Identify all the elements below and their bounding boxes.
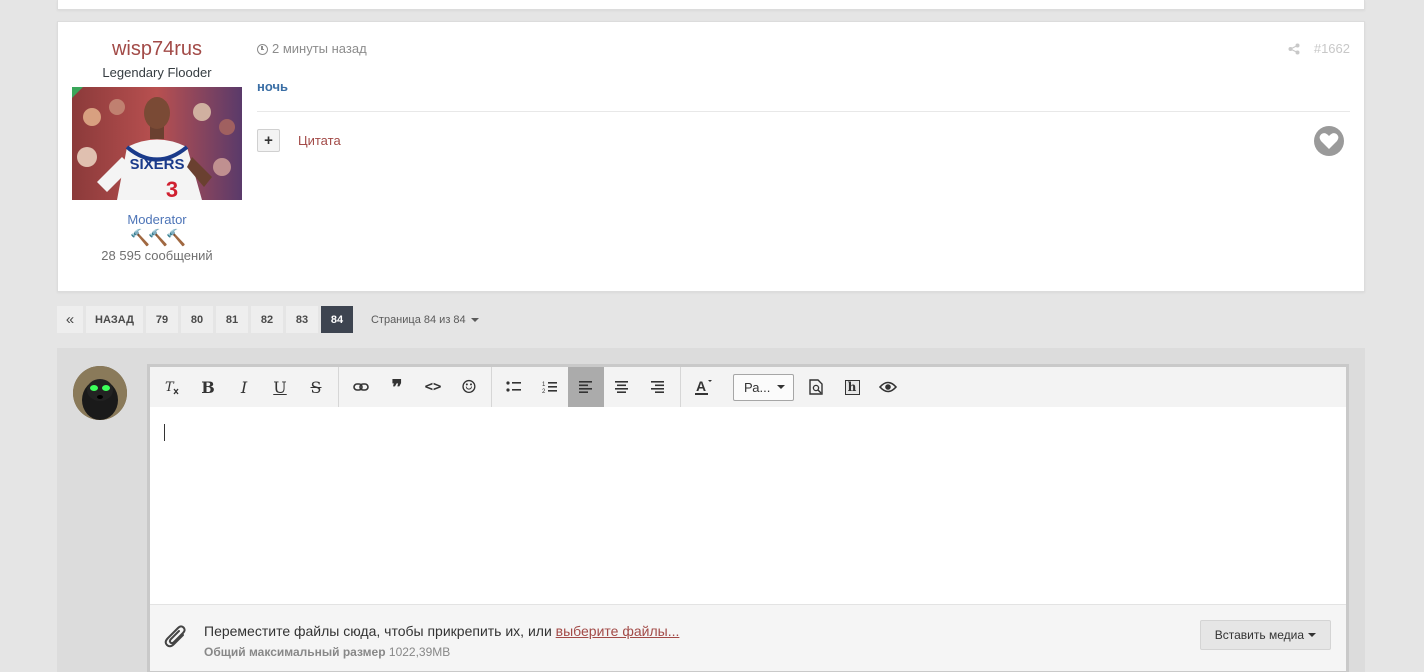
align-center-icon[interactable] [604, 367, 640, 407]
toolbar-group-format: T B I U S [150, 367, 339, 407]
attach-size-label: Общий максимальный размер [204, 645, 386, 659]
smiley-icon[interactable]: ☺ [451, 367, 487, 407]
bold-icon[interactable]: B [190, 367, 226, 407]
post-card: wisp74rus Legendary Flooder SIXERS 3 Mod… [57, 21, 1365, 292]
align-right-icon[interactable] [640, 367, 676, 407]
eye-icon[interactable] [870, 367, 906, 407]
attach-hint: Переместите файлы сюда, чтобы прикрепить… [204, 623, 679, 639]
choose-files-link[interactable]: выберите файлы... [556, 623, 680, 639]
author-title: Legendary Flooder [102, 65, 212, 80]
underline-icon[interactable]: U [262, 367, 298, 407]
reply-area: T B I U S ❞ <> ☺ 12 A Ра... h Переместит… [57, 348, 1365, 672]
previous-post-card [57, 0, 1365, 10]
post-author: wisp74rus Legendary Flooder SIXERS 3 Mod… [72, 22, 242, 263]
page-jump-label: Страница 84 из 84 [370, 313, 466, 326]
clear-format-icon[interactable]: T [154, 367, 190, 407]
bullet-list-icon[interactable] [496, 367, 532, 407]
online-indicator [72, 87, 83, 98]
post-time[interactable]: 2 минуты назад [272, 41, 367, 57]
toolbar-group-insert: ❞ <> ☺ [339, 367, 492, 407]
italic-icon[interactable]: I [226, 367, 262, 407]
text-cursor [164, 424, 165, 441]
heart-icon [1319, 133, 1339, 149]
toolbar-group-style: A Ра... h [681, 367, 910, 407]
page-button[interactable]: 79 [145, 306, 178, 333]
page-button[interactable]: 82 [250, 306, 283, 333]
page-jump-dropdown[interactable]: Страница 84 из 84 [371, 314, 479, 326]
author-group: Moderator [127, 212, 187, 227]
svg-text:SIXERS: SIXERS [129, 156, 184, 173]
font-select-value: Ра... [744, 379, 771, 395]
caret-down-icon [777, 385, 785, 389]
author-photo[interactable]: SIXERS 3 [72, 87, 242, 200]
svg-text:2: 2 [542, 389, 546, 394]
author-post-count: 28 595 сообщений [101, 248, 213, 263]
post-content: ночь [257, 79, 289, 94]
text-color-icon[interactable]: A [685, 367, 721, 407]
svg-text:A: A [696, 378, 706, 394]
like-button[interactable] [1314, 126, 1344, 156]
quote-link[interactable]: Цитата [298, 133, 341, 148]
code-icon[interactable]: <> [415, 367, 451, 407]
insert-media-label: Вставить медиа [1214, 628, 1304, 642]
post-number-link[interactable]: #1662 [1314, 41, 1350, 56]
current-user-avatar[interactable] [73, 366, 127, 420]
post-meta: 2 минуты назад [257, 41, 1350, 57]
caret-down-icon [470, 317, 479, 322]
editor-pointer [134, 378, 148, 408]
attach-size-value: 1022,39MB [388, 645, 451, 659]
preview-icon[interactable] [798, 367, 834, 407]
attachment-bar[interactable]: Переместите файлы сюда, чтобы прикрепить… [150, 604, 1346, 671]
quote-icon[interactable]: ❞ [379, 367, 415, 407]
svg-text:3: 3 [166, 177, 178, 200]
post-tools: #1662 [1288, 41, 1350, 56]
numbered-list-icon[interactable]: 12 [532, 367, 568, 407]
svg-text:T: T [165, 380, 175, 395]
align-left-icon[interactable] [568, 367, 604, 407]
post-body: 2 минуты назад #1662 ночь + Цитата [257, 22, 1350, 156]
strikethrough-icon[interactable]: S [298, 367, 334, 407]
pagination: « НАЗАД 79 80 81 82 83 84 Страница 84 из… [57, 306, 479, 333]
clock-icon [257, 43, 268, 55]
share-icon[interactable] [1288, 43, 1300, 55]
page-button[interactable]: 80 [180, 306, 213, 333]
caret-down-icon [1308, 633, 1316, 637]
insert-media-button[interactable]: Вставить медиа [1199, 620, 1331, 650]
reply-editor: T B I U S ❞ <> ☺ 12 A Ра... h Переместит… [147, 364, 1349, 672]
post-actions: + Цитата [257, 126, 1350, 156]
font-select[interactable]: Ра... [733, 373, 794, 401]
source-icon-label: h [844, 379, 860, 395]
rank-pips-icon: 🔨🔨🔨 [130, 230, 186, 247]
page-button[interactable]: 83 [285, 306, 318, 333]
current-page-button[interactable]: 84 [320, 306, 353, 333]
attach-hint-text: Переместите файлы сюда, чтобы прикрепить… [204, 623, 556, 639]
link-icon[interactable] [343, 367, 379, 407]
prev-page-button[interactable]: НАЗАД [86, 306, 143, 333]
attach-size-info: Общий максимальный размер 1022,39MB [204, 645, 450, 659]
author-name-link[interactable]: wisp74rus [72, 38, 242, 60]
toolbar-group-lists: 12 [492, 367, 681, 407]
paperclip-icon [164, 625, 186, 648]
page-button[interactable]: 81 [215, 306, 248, 333]
source-icon[interactable]: h [834, 367, 870, 407]
post-divider [257, 111, 1350, 112]
multiquote-plus-button[interactable]: + [257, 128, 280, 152]
first-page-button[interactable]: « [57, 306, 83, 333]
editor-content-area[interactable] [150, 407, 1346, 607]
editor-toolbar: T B I U S ❞ <> ☺ 12 A Ра... h [150, 367, 1346, 407]
svg-text:1: 1 [542, 382, 546, 388]
